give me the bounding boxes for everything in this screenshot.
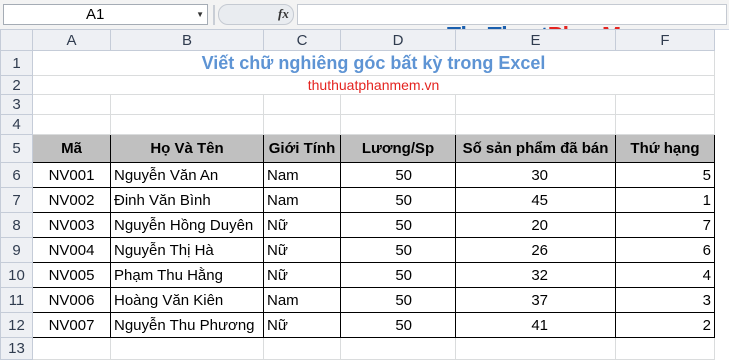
name-box-value: A1: [86, 6, 105, 23]
table-cell-ho-ten[interactable]: Nguyễn Thu Phương: [110, 312, 264, 338]
table-cell-ma[interactable]: NV001: [32, 162, 111, 188]
row-header-5[interactable]: 5: [0, 134, 33, 163]
table-header-gioi-tinh[interactable]: Giới Tính: [263, 134, 341, 163]
table-cell-so-san-pham[interactable]: 41: [455, 312, 616, 338]
cell[interactable]: [615, 337, 715, 360]
cell[interactable]: [263, 94, 341, 115]
row-header-3[interactable]: 3: [0, 94, 33, 115]
cell[interactable]: [32, 337, 111, 360]
column-header-d[interactable]: D: [340, 29, 456, 51]
cell[interactable]: [455, 94, 616, 115]
name-box[interactable]: A1 ▼: [3, 4, 208, 25]
table-cell-so-san-pham[interactable]: 45: [455, 187, 616, 213]
table-cell-ma[interactable]: NV005: [32, 262, 111, 288]
sheet-title[interactable]: Viết chữ nghiêng góc bất kỳ trong Excel: [32, 50, 715, 76]
select-all-corner[interactable]: [0, 29, 33, 51]
table-cell-thu-hang[interactable]: 1: [615, 187, 715, 213]
cell[interactable]: [615, 114, 715, 135]
table-cell-ho-ten[interactable]: Hoàng Văn Kiên: [110, 287, 264, 313]
table-cell-so-san-pham[interactable]: 30: [455, 162, 616, 188]
table-cell-thu-hang[interactable]: 6: [615, 237, 715, 263]
row-header-7[interactable]: 7: [0, 187, 33, 213]
table-cell-thu-hang[interactable]: 7: [615, 212, 715, 238]
table-cell-ho-ten[interactable]: Phạm Thu Hằng: [110, 262, 264, 288]
excel-window: A1 ▼ fx ThuThuatPhanMem.vn A B C D E F 1…: [0, 0, 729, 363]
table-cell-luong[interactable]: 50: [340, 212, 456, 238]
table-cell-ho-ten[interactable]: Nguyễn Văn An: [110, 162, 264, 188]
table-cell-so-san-pham[interactable]: 20: [455, 212, 616, 238]
table-cell-gioi-tinh[interactable]: Nữ: [263, 212, 341, 238]
table-cell-luong[interactable]: 50: [340, 262, 456, 288]
column-header-c[interactable]: C: [263, 29, 341, 51]
table-cell-so-san-pham[interactable]: 32: [455, 262, 616, 288]
row-header-9[interactable]: 9: [0, 237, 33, 263]
table-cell-thu-hang[interactable]: 2: [615, 312, 715, 338]
column-header-b[interactable]: B: [110, 29, 264, 51]
formula-buttons: fx: [218, 4, 294, 25]
table-cell-so-san-pham[interactable]: 37: [455, 287, 616, 313]
table-cell-gioi-tinh[interactable]: Nam: [263, 162, 341, 188]
cell[interactable]: [110, 114, 264, 135]
column-header-e[interactable]: E: [455, 29, 616, 51]
table-cell-gioi-tinh[interactable]: Nam: [263, 187, 341, 213]
spreadsheet-grid: A B C D E F 1 Viết chữ nghiêng góc bất k…: [0, 29, 715, 360]
row-header-2[interactable]: 2: [0, 75, 33, 95]
row-header-11[interactable]: 11: [0, 287, 33, 313]
table-header-luong[interactable]: Lương/Sp: [340, 134, 456, 163]
cell[interactable]: [455, 114, 616, 135]
table-cell-luong[interactable]: 50: [340, 237, 456, 263]
cell[interactable]: [110, 94, 264, 115]
table-header-so-san-pham[interactable]: Số sản phẩm đã bán: [455, 134, 616, 163]
table-cell-ho-ten[interactable]: Đinh Văn Bình: [110, 187, 264, 213]
cell[interactable]: [340, 337, 456, 360]
column-header-a[interactable]: A: [32, 29, 111, 51]
row-header-1[interactable]: 1: [0, 50, 33, 76]
insert-function-button[interactable]: fx: [278, 6, 289, 22]
table-cell-gioi-tinh[interactable]: Nữ: [263, 237, 341, 263]
table-cell-luong[interactable]: 50: [340, 312, 456, 338]
table-cell-luong[interactable]: 50: [340, 187, 456, 213]
column-header-f[interactable]: F: [615, 29, 715, 51]
cell[interactable]: [32, 114, 111, 135]
cell[interactable]: [340, 94, 456, 115]
row-header-8[interactable]: 8: [0, 212, 33, 238]
row-header-13[interactable]: 13: [0, 337, 33, 360]
table-cell-ma[interactable]: NV007: [32, 312, 111, 338]
table-cell-ho-ten[interactable]: Nguyễn Hồng Duyên: [110, 212, 264, 238]
chevron-down-icon[interactable]: ▼: [196, 5, 204, 24]
table-cell-ma[interactable]: NV002: [32, 187, 111, 213]
table-cell-thu-hang[interactable]: 3: [615, 287, 715, 313]
table-cell-ho-ten[interactable]: Nguyễn Thị Hà: [110, 237, 264, 263]
table-cell-ma[interactable]: NV003: [32, 212, 111, 238]
table-header-ho-ten[interactable]: Họ Và Tên: [110, 134, 264, 163]
table-cell-so-san-pham[interactable]: 26: [455, 237, 616, 263]
table-cell-ma[interactable]: NV006: [32, 287, 111, 313]
table-cell-luong[interactable]: 50: [340, 287, 456, 313]
table-cell-gioi-tinh[interactable]: Nữ: [263, 312, 341, 338]
table-header-ma[interactable]: Mã: [32, 134, 111, 163]
cell[interactable]: [263, 114, 341, 135]
cell[interactable]: [615, 94, 715, 115]
table-cell-gioi-tinh[interactable]: Nam: [263, 287, 341, 313]
cell[interactable]: [340, 114, 456, 135]
table-cell-gioi-tinh[interactable]: Nữ: [263, 262, 341, 288]
cell[interactable]: [455, 337, 616, 360]
row-header-12[interactable]: 12: [0, 312, 33, 338]
row-header-10[interactable]: 10: [0, 262, 33, 288]
cell[interactable]: [32, 94, 111, 115]
table-cell-luong[interactable]: 50: [340, 162, 456, 188]
cell[interactable]: [110, 337, 264, 360]
formula-bar-separator: [213, 5, 215, 25]
cell[interactable]: [263, 337, 341, 360]
row-header-4[interactable]: 4: [0, 114, 33, 135]
table-cell-thu-hang[interactable]: 4: [615, 262, 715, 288]
table-header-thu-hang[interactable]: Thứ hạng: [615, 134, 715, 163]
sheet-subtitle-link[interactable]: thuthuatphanmem.vn: [32, 75, 715, 95]
table-cell-thu-hang[interactable]: 5: [615, 162, 715, 188]
row-header-6[interactable]: 6: [0, 162, 33, 188]
table-cell-ma[interactable]: NV004: [32, 237, 111, 263]
